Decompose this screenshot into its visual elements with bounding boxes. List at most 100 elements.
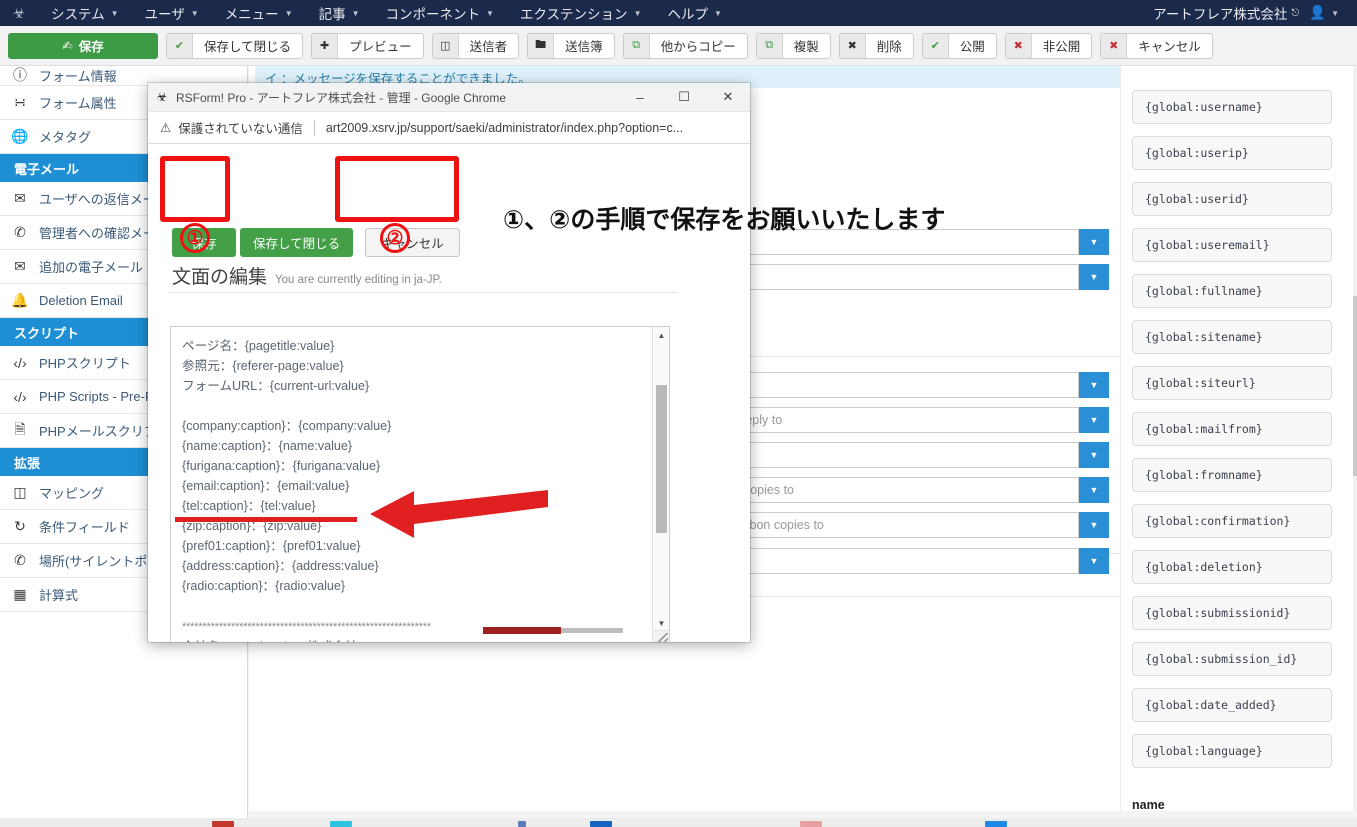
placeholder-chip[interactable]: {global:confirmation} [1132, 504, 1332, 538]
submissions-button[interactable]: 🖿 送信簿 [527, 32, 615, 59]
preview-button[interactable]: ✚ プレビュー [311, 32, 424, 59]
chevron-down-icon[interactable]: ▼ [1079, 264, 1109, 290]
chevron-down-icon[interactable]: ▼ [1079, 372, 1109, 398]
publish-button[interactable]: ✔ 公開 [921, 32, 997, 59]
button-label: 送信者 [469, 40, 508, 54]
sidebar-item-label: PHPスクリプト [39, 356, 131, 371]
not-secure-indicator[interactable]: ⚠ 保護されていない通信 [148, 118, 303, 137]
page-title: 文面の編集 [172, 267, 268, 288]
save-pencil-icon: ✍ [62, 39, 73, 53]
placeholder-chip[interactable]: {global:userid} [1132, 182, 1332, 216]
popup-title-bar[interactable]: ☣ RSForm! Pro - アートフレア株式会社 - 管理 - Google… [148, 83, 750, 112]
placeholder-chip[interactable]: {global:date_added} [1132, 688, 1332, 722]
placeholder-panel: {global:username} {global:userip} {globa… [1120, 66, 1357, 811]
file-code-icon: 🗎 [14, 420, 26, 437]
chevron-down-icon: ▼ [284, 8, 293, 18]
url-text[interactable]: art2009.xsrv.jp/support/saeki/administra… [326, 121, 683, 135]
database-icon: ◫ [13, 484, 27, 500]
info-circle-icon: ⓘ [13, 67, 27, 83]
site-name-link[interactable]: アートフレア株式会社 [1153, 3, 1287, 23]
taskbar-item[interactable] [800, 821, 822, 827]
copy-from-other-button[interactable]: ⧉ 他からコピー [622, 32, 748, 59]
placeholder-chip[interactable]: {global:username} [1132, 90, 1332, 124]
menu-label: ユーザ [144, 7, 185, 22]
menu-help[interactable]: ヘルプ ▼ [654, 3, 734, 23]
joomla-logo-icon[interactable]: ☣ [0, 5, 38, 22]
unpublish-button[interactable]: ✖ 非公開 [1004, 32, 1093, 59]
scrollbar-thumb[interactable] [656, 385, 667, 533]
ta-line: {name:caption}：{name:value} [182, 439, 353, 453]
scroll-up-icon[interactable]: ▲ [653, 327, 669, 344]
not-secure-label: 保護されていない通信 [178, 122, 303, 136]
placeholder-chip[interactable]: {global:sitename} [1132, 320, 1332, 354]
placeholder-chip[interactable]: {global:userip} [1132, 136, 1332, 170]
check-icon: ✔ [167, 33, 193, 58]
taskbar-item[interactable] [518, 821, 526, 827]
annotation-progress-track [561, 628, 623, 633]
envelope-filled-icon: ✆ [14, 552, 26, 568]
duplicate-button[interactable]: ⧉ 複製 [755, 32, 831, 59]
sidebar-item-label: 条件フィールド [39, 520, 130, 535]
chevron-down-icon: ▼ [110, 8, 119, 18]
resize-handle[interactable] [652, 630, 669, 642]
save-button[interactable]: ✍ 保存 [8, 32, 158, 59]
menu-users[interactable]: ユーザ ▼ [132, 3, 212, 23]
chevron-down-icon[interactable]: ▼ [1079, 407, 1109, 433]
message-body-textarea[interactable]: ページ名：{pagetitle:value} 参照元：{referer-page… [170, 326, 670, 642]
chevron-down-icon[interactable]: ▼ [1079, 512, 1109, 538]
panel-scrollbar[interactable] [1353, 66, 1357, 811]
taskbar-item[interactable] [330, 821, 352, 827]
envelope-icon: ✉ [14, 258, 26, 274]
placeholder-chip[interactable]: {global:useremail} [1132, 228, 1332, 262]
annotation-progress-bar [483, 627, 561, 634]
sidebar-item-label: フォーム属性 [39, 96, 117, 111]
scrollbar-thumb[interactable] [1353, 296, 1357, 476]
placeholder-chip[interactable]: {global:fullname} [1132, 274, 1332, 308]
menu-menus[interactable]: メニュー ▼ [212, 3, 306, 23]
topbar-right: アートフレア株式会社 ⎋ 👤 ▼ [1153, 3, 1357, 23]
ta-line: {company:caption}：{company:value} [182, 419, 392, 433]
taskbar-item[interactable] [590, 821, 612, 827]
placeholder-chip[interactable]: {global:deletion} [1132, 550, 1332, 584]
placeholder-chip[interactable]: {global:language} [1132, 734, 1332, 768]
sidebar-item-label: 計算式 [39, 588, 79, 603]
menu-articles[interactable]: 記事 ▼ [306, 3, 373, 23]
popup-cancel-button[interactable]: キャンセル [365, 228, 460, 257]
menu-extensions[interactable]: エクステンション ▼ [507, 3, 655, 23]
chevron-down-icon[interactable]: ▼ [1079, 548, 1109, 574]
menu-system[interactable]: システム ▼ [38, 3, 132, 23]
windows-taskbar [0, 818, 1357, 827]
chevron-down-icon[interactable]: ▼ [1079, 442, 1109, 468]
taskbar-item[interactable] [212, 821, 234, 827]
cancel-button[interactable]: ✖ キャンセル [1100, 32, 1213, 59]
save-and-close-button[interactable]: ✔ 保存して閉じる [166, 32, 304, 59]
textarea-scrollbar[interactable]: ▲ ▼ [652, 327, 669, 632]
ta-line: {tel:caption}：{tel:value} [182, 499, 316, 513]
placeholder-chip[interactable]: {global:submissionid} [1132, 596, 1332, 630]
placeholder-chip[interactable]: {global:mailfrom} [1132, 412, 1332, 446]
close-button[interactable]: ✕ [706, 83, 750, 112]
popup-address-bar[interactable]: ⚠ 保護されていない通信 art2009.xsrv.jp/support/sae… [148, 112, 750, 144]
button-label: 送信簿 [565, 40, 603, 54]
senders-button[interactable]: ◫ 送信者 [431, 32, 520, 59]
menu-components[interactable]: コンポーネント ▼ [373, 3, 507, 23]
button-label: 削除 [876, 40, 902, 54]
chevron-down-icon: ▼ [351, 8, 360, 18]
ta-line: {email:caption}：{email:value} [182, 479, 350, 493]
minimize-button[interactable]: – [618, 83, 662, 112]
button-label: 非公開 [1042, 40, 1081, 54]
placeholder-chip[interactable]: {global:fromname} [1132, 458, 1332, 492]
chevron-down-icon: ▼ [486, 8, 494, 18]
placeholder-chip[interactable]: {global:siteurl} [1132, 366, 1332, 400]
delete-button[interactable]: ✖ 削除 [838, 32, 914, 59]
chevron-down-icon[interactable]: ▼ [1079, 477, 1109, 503]
taskbar-item[interactable] [985, 821, 1007, 827]
user-menu[interactable]: 👤 ▼ [1303, 5, 1345, 21]
annotation-step-2: ② [380, 223, 410, 253]
popup-save-and-close-button[interactable]: 保存して閉じる [240, 228, 354, 257]
maximize-button[interactable]: ☐ [662, 83, 706, 112]
placeholder-chip[interactable]: {global:submission_id} [1132, 642, 1332, 676]
external-link-icon[interactable]: ⎋ [1291, 8, 1299, 19]
chevron-down-icon[interactable]: ▼ [1079, 229, 1109, 255]
ta-line: {address:caption}：{address:value} [182, 559, 379, 573]
